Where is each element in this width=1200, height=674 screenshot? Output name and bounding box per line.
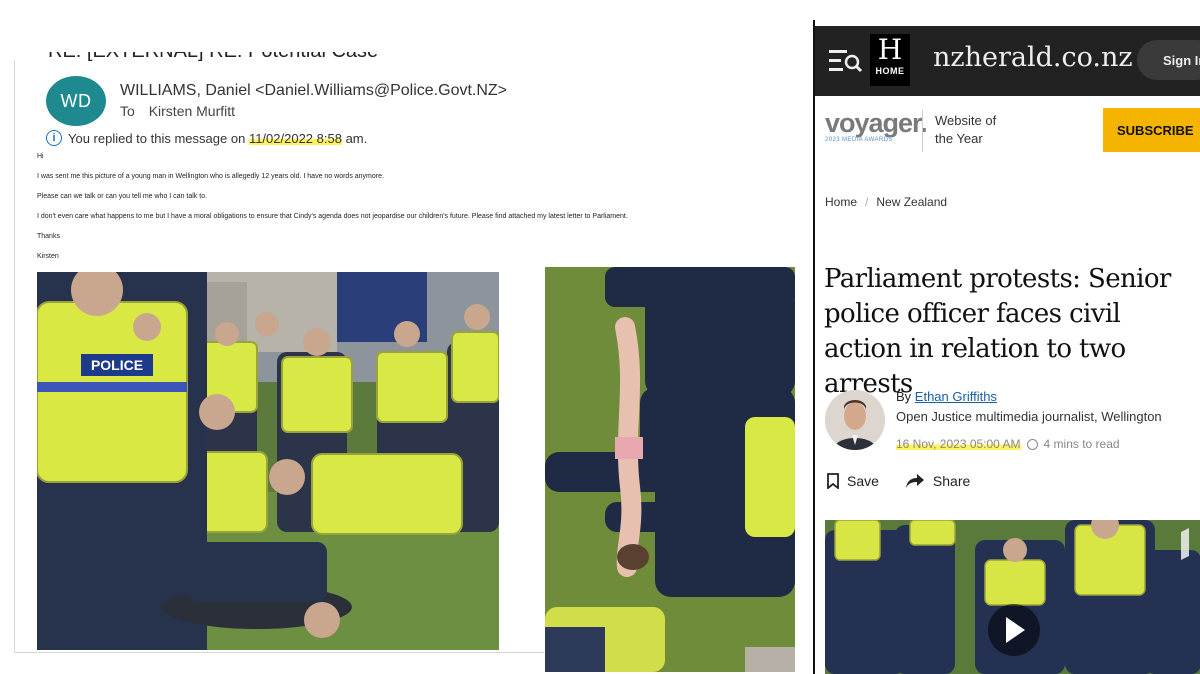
body-line: Hi (37, 153, 44, 160)
site-header: H HOME nzherald.co.nz Sign In (815, 26, 1200, 96)
award-divider (922, 110, 923, 152)
body-line: Thanks (37, 233, 60, 240)
voyager-brand: voyager. (825, 108, 928, 138)
article-hero-video[interactable] (825, 520, 1200, 674)
share-arrow-icon (905, 474, 924, 488)
grass-photo-illustration (545, 267, 795, 672)
voyager-award-logo: voyager. 2023 MEDIA AWARDS (825, 108, 928, 143)
share-label: Share (932, 473, 971, 489)
email-border-bottom (14, 652, 544, 653)
clock-icon (1026, 438, 1038, 450)
herald-logo[interactable]: H HOME (870, 34, 910, 86)
publish-date: 16 Nov, 2023 05:00 AM (896, 437, 1021, 451)
email-panel: RE: [EXTERNAL] RE: Potential Case WD WIL… (0, 0, 800, 674)
by-label: By (896, 389, 912, 404)
email-border-left (14, 60, 15, 652)
save-label: Save (847, 473, 879, 489)
recipient-name[interactable]: Kirsten Murfitt (149, 103, 235, 119)
email-subject: RE: [EXTERNAL] RE: Potential Case (48, 40, 379, 62)
article-meta: 16 Nov, 2023 05:00 AM 4 mins to read (896, 437, 1120, 451)
body-line: I was sent me this picture of a young ma… (37, 173, 384, 180)
share-button[interactable]: Share (905, 473, 970, 489)
breadcrumb: Home / New Zealand (825, 195, 948, 209)
author-role: Open Justice multimedia journalist, Well… (896, 409, 1162, 424)
article-actions: Save Share (827, 473, 970, 489)
home-label: HOME (875, 66, 905, 76)
read-time: 4 mins to read (1043, 437, 1120, 451)
award-line-2: the Year (935, 131, 983, 146)
sign-in-button[interactable]: Sign In (1137, 40, 1200, 80)
sender-address[interactable]: WILLIAMS, Daniel <Daniel.Williams@Police… (120, 82, 507, 100)
info-icon: i (46, 130, 62, 146)
byline: By Ethan Griffiths (896, 389, 997, 404)
sender-avatar[interactable]: WD (46, 76, 106, 126)
replied-prefix: You replied to this message on (68, 130, 246, 146)
website-of-the-year: Website of the Year (935, 112, 996, 148)
recipient-line: To Kirsten Murfitt (120, 103, 235, 119)
replied-notice: i You replied to this message on 11/02/2… (46, 130, 367, 146)
subscribe-button[interactable]: SUBSCRIBE (1103, 108, 1200, 152)
breadcrumb-home[interactable]: Home (825, 195, 857, 209)
body-line: Please can we talk or can you tell me wh… (37, 193, 208, 200)
email-body: Hi I was sent me this picture of a young… (37, 152, 787, 272)
vest-police-label: POLICE (91, 357, 143, 373)
bookmark-icon (827, 473, 839, 489)
to-label: To (120, 103, 135, 119)
panel-divider (813, 20, 815, 674)
author-portrait (825, 390, 885, 450)
replied-date: 11/02/2022 8:58 (248, 130, 342, 146)
logo-glyph: H (877, 33, 903, 66)
breadcrumb-section[interactable]: New Zealand (876, 195, 947, 209)
author-avatar[interactable] (825, 390, 885, 450)
attached-photo-arrest[interactable]: POLICE (37, 272, 499, 650)
replied-suffix: am. (345, 130, 368, 146)
article-panel: H HOME nzherald.co.nz Sign In voyager. 2… (813, 0, 1200, 674)
arrest-photo-illustration: POLICE (37, 272, 499, 650)
attached-photo-grass[interactable] (545, 267, 795, 672)
author-link[interactable]: Ethan Griffiths (915, 389, 997, 404)
body-line: Kirsten (37, 253, 59, 260)
site-name[interactable]: nzherald.co.nz (933, 42, 1133, 73)
hero-video-illustration (825, 520, 1200, 674)
award-line-1: Website of (935, 113, 997, 128)
article-headline: Parliament protests: Senior police offic… (824, 264, 1171, 399)
menu-search-icon[interactable] (829, 48, 863, 74)
save-button[interactable]: Save (827, 473, 879, 489)
body-line: I don't even care what happens to me but… (37, 213, 628, 220)
